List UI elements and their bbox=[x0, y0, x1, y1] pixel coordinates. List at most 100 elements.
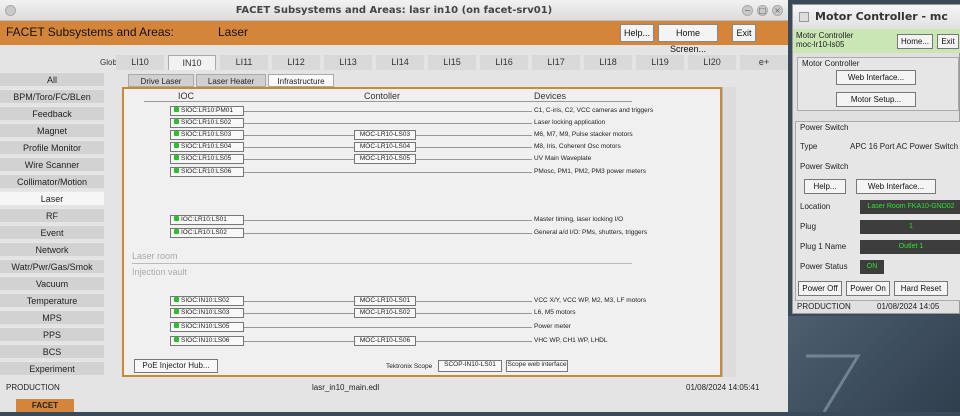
motor-setup-button[interactable]: Motor Setup... bbox=[836, 92, 916, 107]
device-description: VHC WP, CH1 WP, LHDL bbox=[534, 337, 608, 344]
status-led-icon bbox=[174, 229, 179, 234]
ioc-button[interactable]: IOC:LR10:LS02 bbox=[170, 228, 244, 238]
tab-li12[interactable]: LI12 bbox=[272, 55, 320, 70]
device-description: M8, Iris, Coherent Osc motors bbox=[534, 143, 621, 150]
device-description: VCC X/Y, VCC WP, M2, M3, LF motors bbox=[534, 297, 647, 304]
minimize-icon[interactable]: − bbox=[742, 5, 753, 16]
tab-li10[interactable]: LI10 bbox=[116, 55, 164, 70]
ioc-label: SIOC:IN10:LS06 bbox=[181, 337, 230, 344]
sidebar-item-collimator-motion[interactable]: Collimator/Motion bbox=[0, 174, 104, 188]
window-menu-icon[interactable] bbox=[799, 12, 809, 22]
tab-e-[interactable]: e+ bbox=[740, 55, 788, 70]
sidebar-item-pps[interactable]: PPS bbox=[0, 327, 104, 341]
close-icon[interactable]: × bbox=[772, 5, 783, 16]
help-button[interactable]: Help... bbox=[620, 24, 654, 42]
ioc-button[interactable]: SIOC:LR10:LS02 bbox=[170, 118, 244, 128]
controller-button[interactable]: MOC-LR10-LS03 bbox=[354, 130, 416, 140]
status-led-icon bbox=[174, 337, 179, 342]
facet-taskbar-tab[interactable]: FACET bbox=[16, 399, 74, 412]
device-description: Power meter bbox=[534, 323, 571, 330]
tab-li17[interactable]: LI17 bbox=[532, 55, 580, 70]
home-screen-button[interactable]: Home Screen... bbox=[658, 24, 718, 54]
sidebar-item-temperature[interactable]: Temperature bbox=[0, 293, 104, 307]
ioc-button[interactable]: SIOC:IN10:LS02 bbox=[170, 296, 244, 306]
sidebar-item-network[interactable]: Network bbox=[0, 242, 104, 256]
ioc-button[interactable]: SIOC:IN10:LS05 bbox=[170, 322, 244, 332]
sidebar-item-mps[interactable]: MPS bbox=[0, 310, 104, 324]
scrollbar[interactable] bbox=[722, 87, 736, 377]
status-led-icon bbox=[174, 309, 179, 314]
status-led-icon bbox=[174, 143, 179, 148]
web-interface-button[interactable]: Web Interface... bbox=[836, 70, 916, 85]
ioc-button[interactable]: IOC:LR10:LS01 bbox=[170, 215, 244, 225]
motor-controller-section: Motor Controller Web Interface... Motor … bbox=[797, 57, 959, 111]
controller-button[interactable]: MOC-LR10-LS06 bbox=[354, 336, 416, 346]
tab-li14[interactable]: LI14 bbox=[376, 55, 424, 70]
power-switch-label: Power Switch bbox=[800, 162, 849, 171]
ioc-button[interactable]: SIOC:LR10:LS04 bbox=[170, 142, 244, 152]
device-description: Laser locking application bbox=[534, 119, 606, 126]
motor-exit-button[interactable]: Exit bbox=[937, 34, 959, 49]
hard-reset-button[interactable]: Hard Reset bbox=[894, 281, 948, 296]
power-help-button[interactable]: Help... bbox=[804, 179, 846, 194]
ioc-button[interactable]: SIOC:IN10:LS03 bbox=[170, 308, 244, 318]
tab-li11[interactable]: LI11 bbox=[220, 55, 268, 70]
sidebar-item-rf[interactable]: RF bbox=[0, 208, 104, 222]
connector-line bbox=[242, 220, 532, 221]
laser-room-label: Laser room bbox=[132, 251, 178, 261]
ioc-label: IOC:LR10:LS02 bbox=[181, 229, 227, 236]
subtab-laser-heater[interactable]: Laser Heater bbox=[196, 74, 266, 87]
ioc-button[interactable]: SIOC:IN10:LS06 bbox=[170, 336, 244, 346]
tab-li20[interactable]: LI20 bbox=[688, 55, 736, 70]
tab-li18[interactable]: LI18 bbox=[584, 55, 632, 70]
power-off-button[interactable]: Power Off bbox=[798, 281, 842, 296]
maximize-icon[interactable]: □ bbox=[757, 5, 768, 16]
controller-button[interactable]: MOC-LR10-LS05 bbox=[354, 154, 416, 164]
status-timestamp: 01/08/2024 14:05:41 bbox=[686, 383, 760, 392]
sidebar-item-bcs[interactable]: BCS bbox=[0, 344, 104, 358]
ioc-button[interactable]: SIOC:LR10:LS05 bbox=[170, 154, 244, 164]
header-divider bbox=[144, 101, 632, 102]
injection-vault-label: Injection vault bbox=[132, 267, 188, 277]
sidebar-item-feedback[interactable]: Feedback bbox=[0, 106, 104, 120]
tab-in10[interactable]: IN10 bbox=[168, 55, 216, 70]
sidebar-item-all[interactable]: All bbox=[0, 72, 104, 86]
sidebar-item-wire-scanner[interactable]: Wire Scanner bbox=[0, 157, 104, 171]
sidebar-item-bpm-toro-fc-blen[interactable]: BPM/Toro/FC/BLen bbox=[0, 89, 104, 103]
window-menu-icon[interactable] bbox=[5, 5, 16, 16]
sidebar-item-experiment[interactable]: Experiment bbox=[0, 361, 104, 375]
sidebar-item-magnet[interactable]: Magnet bbox=[0, 123, 104, 137]
poe-injector-hub-button[interactable]: PoE Injector Hub... bbox=[134, 359, 218, 373]
device-description: M6, M7, M9, Pulse stacker motors bbox=[534, 131, 633, 138]
controller-button[interactable]: MOC-LR10-LS02 bbox=[354, 308, 416, 318]
exit-button[interactable]: Exit bbox=[732, 24, 756, 42]
controller-button[interactable]: MOC-LR10-LS01 bbox=[354, 296, 416, 306]
tab-li13[interactable]: LI13 bbox=[324, 55, 372, 70]
power-web-interface-button[interactable]: Web Interface... bbox=[856, 179, 936, 194]
scope-button[interactable]: SCOP-IN10-LS01 bbox=[438, 360, 502, 372]
subtab-drive-laser[interactable]: Drive Laser bbox=[128, 74, 194, 87]
tab-li15[interactable]: LI15 bbox=[428, 55, 476, 70]
app-header: FACET Subsystems and Areas: Laser Help..… bbox=[0, 21, 788, 54]
status-bar: PRODUCTION lasr_in10_main.edl 01/08/2024… bbox=[0, 379, 788, 397]
power-switch-section-label: Power Switch bbox=[800, 123, 849, 132]
device-description: Master timing, laser locking I/O bbox=[534, 216, 624, 223]
tab-li16[interactable]: LI16 bbox=[480, 55, 528, 70]
scope-web-interface-button[interactable]: Scope web interface bbox=[506, 360, 568, 372]
motor-home-button[interactable]: Home... bbox=[897, 34, 933, 49]
sidebar-item-laser[interactable]: Laser bbox=[0, 191, 104, 205]
power-on-button[interactable]: Power On bbox=[846, 281, 890, 296]
sidebar-item-profile-monitor[interactable]: Profile Monitor bbox=[0, 140, 104, 154]
ioc-button[interactable]: SIOC:LR10:LS03 bbox=[170, 130, 244, 140]
sidebar-item-event[interactable]: Event bbox=[0, 225, 104, 239]
sidebar-item-vacuum[interactable]: Vacuum bbox=[0, 276, 104, 290]
tab-li19[interactable]: LI19 bbox=[636, 55, 684, 70]
motor-window-title: Motor Controller - mc bbox=[793, 5, 960, 29]
controller-button[interactable]: MOC-LR10-LS04 bbox=[354, 142, 416, 152]
sidebar-item-watr-pwr-gas-smok[interactable]: Watr/Pwr/Gas/Smok bbox=[0, 259, 104, 273]
ioc-button[interactable]: SIOC:LR10:LS06 bbox=[170, 167, 244, 177]
status-led-icon bbox=[174, 168, 179, 173]
ioc-label: SIOC:IN10:LS02 bbox=[181, 297, 230, 304]
ioc-button[interactable]: SIOC:LR10:PM01 bbox=[170, 106, 244, 116]
subtab-infrastructure[interactable]: Infrastructure bbox=[268, 74, 334, 87]
